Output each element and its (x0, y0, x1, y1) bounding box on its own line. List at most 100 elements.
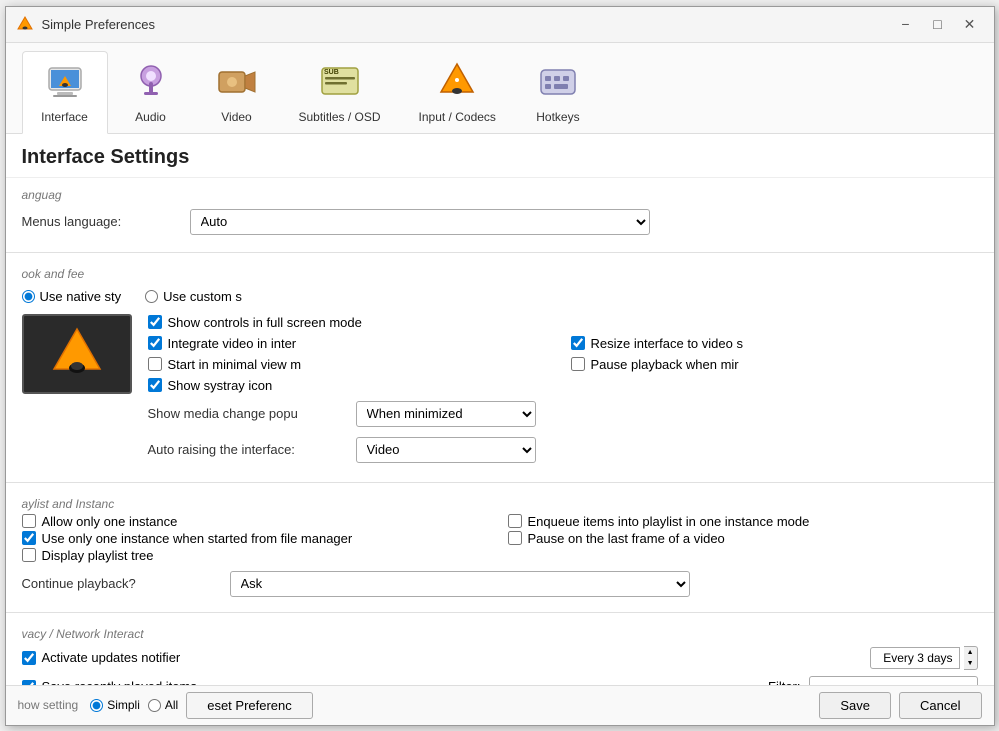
bottom-bar: how setting Simpli All eset Preferenc Sa… (6, 685, 994, 725)
updates-spinner-down[interactable]: ▼ (964, 658, 977, 669)
updates-frequency-input[interactable] (870, 647, 960, 669)
enqueue-label[interactable]: Enqueue items into playlist in one insta… (528, 514, 810, 529)
file-manager-row: Use only one instance when started from … (22, 530, 492, 547)
close-button[interactable]: ✕ (956, 13, 984, 35)
pause-playback-checkbox[interactable] (571, 357, 585, 371)
all-radio[interactable] (148, 699, 161, 712)
resize-row: Resize interface to video s (571, 335, 978, 352)
pause-last-label[interactable]: Pause on the last frame of a video (528, 531, 725, 546)
filter-input[interactable] (809, 676, 978, 685)
file-manager-checkbox[interactable] (22, 531, 36, 545)
all-label: All (165, 698, 178, 712)
input-icon (433, 58, 481, 106)
settings-scroll[interactable]: anguag Menus language: Auto English Fren… (6, 178, 994, 685)
integrate-video-label[interactable]: Integrate video in inter (168, 336, 297, 351)
vlc-cone-icon (42, 323, 112, 385)
playlist-tree-row: Display playlist tree (22, 547, 492, 564)
content-area: Interface Settings anguag Menus language… (6, 134, 994, 685)
save-button[interactable]: Save (819, 692, 891, 719)
resize-checkbox[interactable] (571, 336, 585, 350)
continue-playback-row: Continue playback? Ask Always Never (22, 568, 978, 600)
toolbar-item-audio[interactable]: Audio (108, 51, 194, 133)
window-controls: − □ ✕ (892, 13, 984, 35)
video-icon (213, 58, 261, 106)
continue-playback-select[interactable]: Ask Always Never (230, 571, 690, 597)
menus-language-label: Menus language: (22, 214, 182, 229)
toolbar-label-audio: Audio (135, 110, 166, 124)
vlc-preview (22, 314, 132, 394)
one-instance-checkbox[interactable] (22, 514, 36, 528)
custom-style-radio-label[interactable]: Use custom s (145, 289, 242, 304)
minimal-view-checkbox[interactable] (148, 357, 162, 371)
media-change-select[interactable]: When minimized Always Never (356, 401, 536, 427)
enqueue-checkbox[interactable] (508, 514, 522, 528)
toolbar-item-interface[interactable]: Interface (22, 51, 108, 134)
pause-playback-label[interactable]: Pause playback when mir (591, 357, 739, 372)
toolbar: Interface Audio Video (6, 43, 994, 134)
toolbar-label-subtitles: Subtitles / OSD (299, 110, 381, 124)
auto-raise-select[interactable]: Video Always Never (356, 437, 536, 463)
integrate-video-checkbox[interactable] (148, 336, 162, 350)
style-radio-group: Use native sty Use custom s (22, 283, 978, 310)
reset-button[interactable]: eset Preferenc (186, 692, 313, 719)
hotkeys-icon (534, 58, 582, 106)
updates-notifier-row: Activate updates notifier (22, 649, 181, 666)
auto-raise-label: Auto raising the interface: (148, 442, 348, 457)
one-instance-label[interactable]: Allow only one instance (42, 514, 178, 529)
toolbar-item-hotkeys[interactable]: Hotkeys (515, 51, 601, 133)
updates-frequency-control: ▲ ▼ (870, 646, 978, 670)
toolbar-item-subtitles[interactable]: SUB Subtitles / OSD (280, 51, 400, 133)
window-title: Simple Preferences (42, 17, 892, 32)
enqueue-row: Enqueue items into playlist in one insta… (508, 513, 978, 530)
all-radio-label[interactable]: All (148, 698, 178, 712)
playlist-content: Allow only one instance Use only one ins… (22, 513, 978, 564)
minimize-button[interactable]: − (892, 13, 920, 35)
native-style-label: Use native sty (40, 289, 122, 304)
simple-radio[interactable] (90, 699, 103, 712)
custom-style-label: Use custom s (163, 289, 242, 304)
systray-checkbox[interactable] (148, 378, 162, 392)
privacy-section: vacy / Network Interact Activate updates… (6, 617, 994, 685)
main-window: Simple Preferences − □ ✕ Interface (5, 6, 995, 726)
playlist-tree-checkbox[interactable] (22, 548, 36, 562)
playlist-left: Allow only one instance Use only one ins… (22, 513, 492, 564)
resize-label[interactable]: Resize interface to video s (591, 336, 743, 351)
app-icon (16, 15, 34, 33)
toolbar-label-hotkeys: Hotkeys (536, 110, 579, 124)
recently-played-row: Save recently played items Filter: (22, 673, 978, 685)
toolbar-label-input: Input / Codecs (419, 110, 496, 124)
file-manager-label[interactable]: Use only one instance when started from … (42, 531, 353, 546)
pause-playback-row: Pause playback when mir (571, 356, 978, 373)
native-style-radio[interactable] (22, 290, 35, 303)
fullscreen-controls-row: Show controls in full screen mode (148, 314, 978, 331)
playlist-tree-label[interactable]: Display playlist tree (42, 548, 154, 563)
simple-label: Simpli (107, 698, 140, 712)
native-style-radio-label[interactable]: Use native sty (22, 289, 122, 304)
pause-last-row: Pause on the last frame of a video (508, 530, 978, 547)
systray-label[interactable]: Show systray icon (168, 378, 273, 393)
page-title: Interface Settings (6, 134, 994, 178)
integrate-resize-row: Integrate video in inter Start in minima… (148, 335, 978, 394)
svg-text:SUB: SUB (324, 69, 339, 76)
custom-style-radio[interactable] (145, 290, 158, 303)
minimal-view-label[interactable]: Start in minimal view m (168, 357, 302, 372)
updates-spinner-up[interactable]: ▲ (964, 647, 977, 658)
minimal-view-row: Start in minimal view m (148, 356, 555, 373)
playlist-header: aylist and Instanc (22, 491, 978, 513)
integrate-video-row: Integrate video in inter (148, 335, 555, 352)
look-feel-section: ook and fee Use native sty Use custom s (6, 257, 994, 478)
fullscreen-controls-checkbox[interactable] (148, 315, 162, 329)
pause-last-checkbox[interactable] (508, 531, 522, 545)
toolbar-item-input[interactable]: Input / Codecs (400, 51, 515, 133)
simple-radio-label[interactable]: Simpli (90, 698, 140, 712)
maximize-button[interactable]: □ (924, 13, 952, 35)
menus-language-select[interactable]: Auto English French German Spanish (190, 209, 650, 235)
one-instance-row: Allow only one instance (22, 513, 492, 530)
updates-notifier-label[interactable]: Activate updates notifier (42, 650, 181, 665)
updates-notifier-checkbox[interactable] (22, 651, 36, 665)
left-checkboxes: Integrate video in inter Start in minima… (148, 335, 555, 394)
auto-raise-row: Auto raising the interface: Video Always… (148, 434, 978, 466)
cancel-button[interactable]: Cancel (899, 692, 981, 719)
fullscreen-controls-label[interactable]: Show controls in full screen mode (168, 315, 362, 330)
toolbar-item-video[interactable]: Video (194, 51, 280, 133)
